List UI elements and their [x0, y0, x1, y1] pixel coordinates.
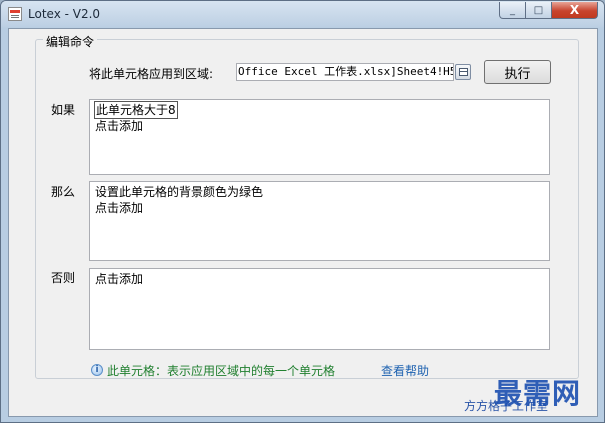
if-rule-item[interactable]: 此单元格大于8 — [94, 101, 544, 119]
apply-range-label: 将此单元格应用到区域: — [89, 67, 214, 81]
watermark-logo: 最需网 — [494, 377, 582, 410]
then-label: 那么 — [51, 185, 76, 199]
range-picker-button[interactable] — [455, 64, 471, 80]
then-actions-box[interactable]: 设置此单元格的背景颜色为绿色 点击添加 — [89, 181, 550, 261]
edit-command-group-label: 编辑命令 — [43, 33, 98, 50]
if-rules-box[interactable]: 此单元格大于8 点击添加 — [89, 99, 550, 175]
then-action-item[interactable]: 设置此单元格的背景颜色为绿色 — [95, 184, 544, 200]
else-actions-box[interactable]: 点击添加 — [89, 268, 550, 350]
if-label: 如果 — [51, 103, 76, 117]
range-select-icon — [459, 68, 468, 76]
execute-button[interactable]: 执行 — [484, 60, 551, 84]
else-label: 否则 — [51, 271, 76, 285]
if-add-link[interactable]: 点击添加 — [95, 118, 544, 134]
then-add-link[interactable]: 点击添加 — [95, 200, 544, 216]
app-icon[interactable] — [8, 7, 22, 21]
app-window: Lotex - V2.0 _ □ X 编辑命令 将此单元格应用到区域: Offi… — [0, 0, 605, 423]
close-button[interactable]: X — [552, 2, 598, 19]
info-text: 此单元格：表示应用区域中的每一个单元格 — [107, 364, 336, 378]
maximize-button[interactable]: □ — [526, 2, 552, 19]
minimize-button[interactable]: _ — [499, 2, 526, 19]
title-bar[interactable]: Lotex - V2.0 _ □ X — [1, 1, 604, 27]
apply-range-input[interactable]: Office Excel 工作表.xlsx]Sheet4!H5:H — [236, 63, 454, 81]
view-help-link[interactable]: 查看帮助 — [381, 362, 429, 379]
info-icon: i — [91, 364, 103, 376]
else-add-link[interactable]: 点击添加 — [95, 271, 544, 287]
caption-buttons: _ □ X — [499, 2, 598, 20]
window-title: Lotex - V2.0 — [28, 7, 101, 21]
dialog-client-area: 编辑命令 将此单元格应用到区域: Office Excel 工作表.xlsx]S… — [8, 28, 598, 417]
